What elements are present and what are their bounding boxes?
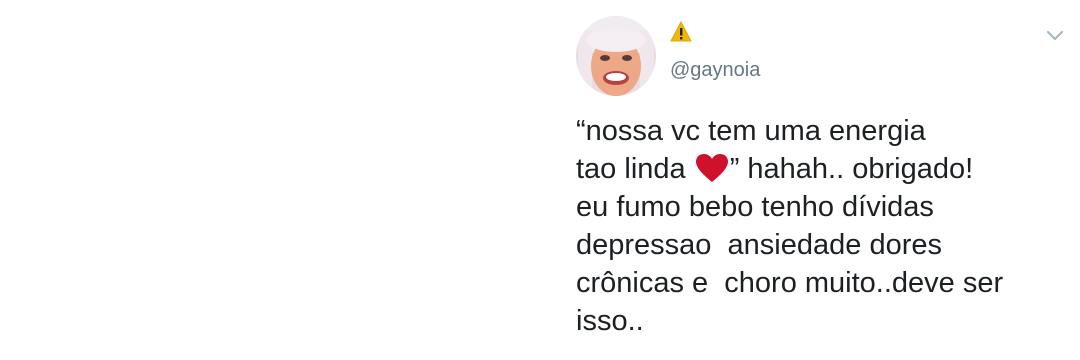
- tweet-line-segment: ” hahah.. obrigado!: [729, 153, 974, 185]
- avatar[interactable]: [576, 16, 656, 96]
- tweet-line: crônicas e choro muito..deve ser: [576, 267, 1004, 299]
- avatar-image: [576, 16, 656, 96]
- tweet-line: isso..: [576, 305, 644, 337]
- tweet-line: depressao ansiedade dores: [576, 229, 942, 261]
- tweet-line-segment: tao linda: [576, 153, 694, 185]
- tweet-line: tao linda ” hahah.. obrigado!: [576, 150, 1066, 188]
- chevron-down-icon[interactable]: [1044, 24, 1066, 46]
- heart-emoji-icon: [695, 153, 729, 183]
- tweet-line: eu fumo bebo tenho dívidas: [576, 191, 934, 223]
- page: @gaynoia “nossa vc tem uma energia tao l…: [0, 0, 1080, 360]
- tweet: @gaynoia “nossa vc tem uma energia tao l…: [576, 12, 1076, 360]
- author-handle[interactable]: @gaynoia: [670, 58, 760, 82]
- tweet-line: “nossa vc tem uma energia: [576, 115, 926, 147]
- warning-icon: [670, 20, 692, 43]
- tweet-text: “nossa vc tem uma energia tao linda ” ha…: [576, 112, 1066, 340]
